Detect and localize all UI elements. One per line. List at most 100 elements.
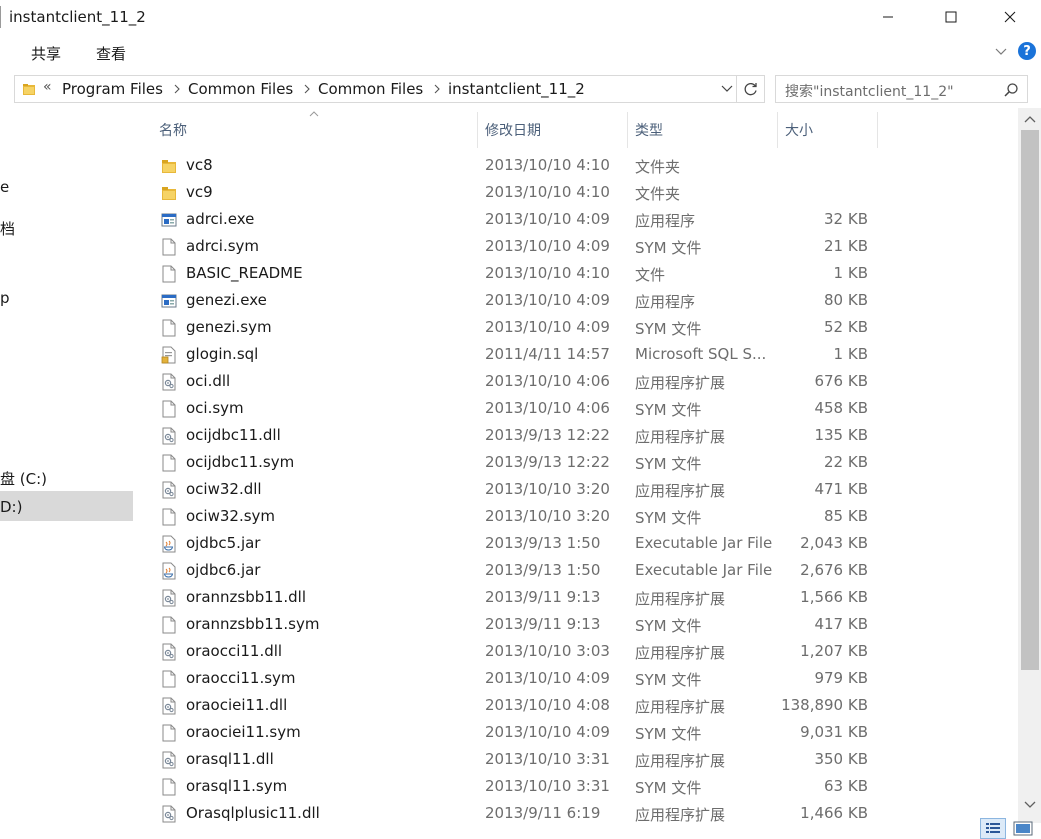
file-row[interactable]: ociw32.dll 2013/10/10 3:20 应用程序扩展 471 KB [134,477,1018,504]
breadcrumb-common-files-2[interactable]: Common Files [318,80,423,98]
file-icon [162,778,176,796]
address-bar[interactable]: « Program Files Common Files Common File… [14,75,737,103]
file-type: 应用程序 [635,293,696,311]
chevron-right-icon[interactable] [172,82,182,96]
column-name[interactable]: 名称 [159,120,187,140]
file-row[interactable]: oci.sym 2013/10/10 4:06 SYM 文件 458 KB [134,396,1018,423]
file-name: oci.sym [186,399,244,417]
nav-item-1[interactable]: e [0,178,9,196]
tab-view[interactable]: 查看 [96,43,126,64]
file-date: 2013/9/13 12:22 [485,426,610,444]
file-type: 文件 [635,266,666,284]
vertical-scrollbar[interactable] [1018,108,1041,823]
file-row[interactable]: genezi.exe 2013/10/10 4:09 应用程序 80 KB [134,288,1018,315]
file-size: 979 KB [814,669,868,687]
file-date: 2013/9/11 9:13 [485,615,601,633]
details-view-button[interactable] [980,818,1006,839]
column-divider[interactable] [777,112,778,148]
breadcrumb-program-files[interactable]: Program Files [62,80,163,98]
file-row[interactable]: oraocci11.sym 2013/10/10 4:09 SYM 文件 979 KB [134,666,1018,693]
file-row[interactable]: orannzsbb11.dll 2013/9/11 9:13 应用程序扩展 1,566… [134,585,1018,612]
search-icon[interactable] [1003,82,1019,98]
file-size: 471 KB [814,480,868,498]
file-icon [162,400,176,418]
file-row[interactable]: glogin.sql 2011/4/11 14:57 Microsoft SQL S… [134,342,1018,369]
file-type: SYM 文件 [635,509,702,527]
breadcrumb-instantclient[interactable]: instantclient_11_2 [448,80,585,98]
chevron-right-icon[interactable] [432,82,442,96]
file-row[interactable]: oci.dll 2013/10/10 4:06 应用程序扩展 676 KB [134,369,1018,396]
dll-icon [162,481,176,499]
file-row[interactable]: oraociei11.sym 2013/10/10 4:09 SYM 文件 9,031… [134,720,1018,747]
file-row[interactable]: BASIC_README 2013/10/10 4:10 文件 1 KB [134,261,1018,288]
file-icon [162,319,176,337]
column-type[interactable]: 类型 [635,120,663,140]
column-divider[interactable] [877,112,878,148]
file-date: 2013/10/10 4:08 [485,696,610,714]
file-row[interactable]: ocijdbc11.dll 2013/9/13 12:22 应用程序扩展 135 KB [134,423,1018,450]
file-icon [162,508,176,526]
column-size[interactable]: 大小 [785,120,813,140]
file-type: 应用程序扩展 [635,752,726,770]
file-name: oraociei11.dll [186,696,288,714]
file-name: genezi.sym [186,318,272,336]
nav-item-2[interactable]: 档 [0,218,15,239]
folder-icon [23,84,35,95]
chevron-down-icon[interactable] [721,84,733,94]
breadcrumb-common-files-1[interactable]: Common Files [188,80,293,98]
column-date[interactable]: 修改日期 [485,120,541,140]
close-icon [1004,11,1016,23]
file-date: 2013/10/10 4:09 [485,210,610,228]
minimize-button[interactable] [865,0,911,34]
details-view-icon [986,823,1000,833]
file-type: 文件夹 [635,185,681,203]
column-divider[interactable] [627,112,628,148]
scroll-up-icon[interactable] [1024,114,1036,124]
jar-icon [162,562,176,580]
file-row[interactable]: vc9 2013/10/10 4:10 文件夹 [134,180,1018,207]
file-row[interactable]: oraocci11.dll 2013/10/10 3:03 应用程序扩展 1,207 … [134,639,1018,666]
file-row[interactable]: orannzsbb11.sym 2013/9/11 9:13 SYM 文件 417 K… [134,612,1018,639]
file-row[interactable]: ocijdbc11.sym 2013/9/13 12:22 SYM 文件 22 KB [134,450,1018,477]
file-row[interactable]: adrci.exe 2013/10/10 4:09 应用程序 32 KB [134,207,1018,234]
close-button[interactable] [987,0,1033,34]
file-row[interactable]: ociw32.sym 2013/10/10 3:20 SYM 文件 85 KB [134,504,1018,531]
nav-item-drive-c[interactable]: 盘 (C:) [0,468,47,489]
file-row[interactable]: orasql11.dll 2013/10/10 3:31 应用程序扩展 350 KB [134,747,1018,774]
sort-ascending-icon [309,111,319,117]
scrollbar-thumb[interactable] [1021,130,1039,670]
nav-item-3[interactable]: p [0,289,10,307]
help-icon[interactable]: ? [1018,42,1036,60]
file-row[interactable]: oraociei11.dll 2013/10/10 4:08 应用程序扩展 138,8… [134,693,1018,720]
file-type: 应用程序扩展 [635,374,726,392]
file-date: 2013/9/13 1:50 [485,534,601,552]
file-row[interactable]: ojdbc5.jar 2013/9/13 1:50 Executable Jar F… [134,531,1018,558]
column-divider[interactable] [477,112,478,148]
dll-icon [162,805,176,823]
file-name: ociw32.sym [186,507,276,525]
file-name: oraocci11.sym [186,669,296,687]
chevron-right-icon[interactable] [302,82,312,96]
dll-icon [162,589,176,607]
address-overflow[interactable]: « [43,79,52,95]
file-row[interactable]: ojdbc6.jar 2013/9/13 1:50 Executable Jar F… [134,558,1018,585]
file-row[interactable]: Orasqlplusic11.dll 2013/9/11 6:19 应用程序扩展 1,… [134,801,1018,823]
file-name: oraociei11.sym [186,723,301,741]
file-date: 2013/10/10 4:09 [485,669,610,687]
search-input[interactable]: 搜索"instantclient_11_2" [775,75,1028,103]
maximize-button[interactable] [928,0,974,34]
file-row[interactable]: orasql11.sym 2013/10/10 3:31 SYM 文件 63 KB [134,774,1018,801]
exe-icon [161,213,177,227]
tab-share[interactable]: 共享 [31,43,61,64]
file-row[interactable]: vc8 2013/10/10 4:10 文件夹 [134,153,1018,180]
file-list: vc8 2013/10/10 4:10 文件夹 vc9 2013/10/10 4:10 文… [134,153,1018,823]
ribbon-expand-chevron-icon[interactable] [993,43,1009,59]
nav-item-drive-d[interactable]: D:) [0,498,22,516]
large-icons-view-button[interactable] [1010,818,1036,839]
file-row[interactable]: genezi.sym 2013/10/10 4:09 SYM 文件 52 KB [134,315,1018,342]
refresh-button[interactable] [737,75,765,103]
file-name: adrci.exe [186,210,255,228]
file-row[interactable]: adrci.sym 2013/10/10 4:09 SYM 文件 21 KB [134,234,1018,261]
scroll-down-icon[interactable] [1024,800,1036,810]
file-date: 2013/10/10 4:10 [485,156,610,174]
